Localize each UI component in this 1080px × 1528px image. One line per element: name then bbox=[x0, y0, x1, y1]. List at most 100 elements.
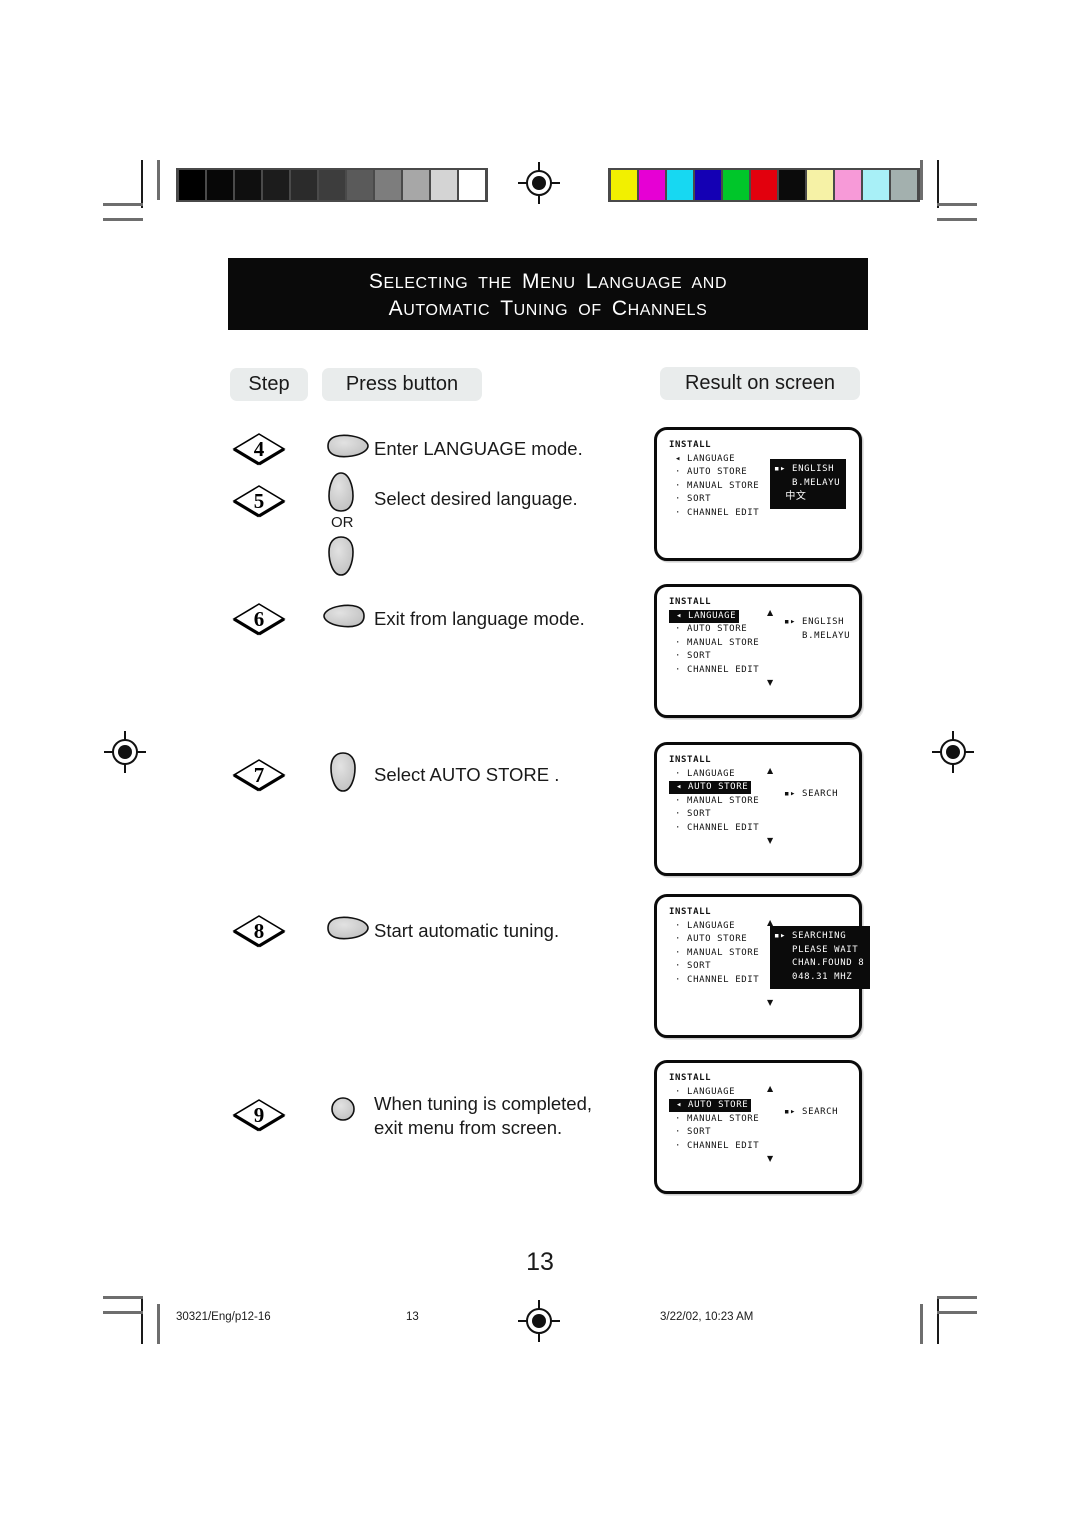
osd-menu-item[interactable]: · LANGUAGE bbox=[669, 768, 759, 782]
down-button[interactable] bbox=[327, 534, 355, 578]
osd-area: INSTALL ◂ LANGUAGE · AUTO STORE · MANUAL… bbox=[657, 587, 859, 715]
osd-menu-item[interactable]: · LANGUAGE bbox=[669, 920, 759, 934]
osd-menu-item-label: · LANGUAGE bbox=[669, 920, 736, 931]
osd-menu-item-label: · CHANNEL EDIT bbox=[669, 822, 760, 833]
crop-mark-tl-v bbox=[141, 160, 143, 208]
osd-menu-item[interactable]: ◂ LANGUAGE bbox=[669, 453, 759, 467]
osd-menu-item[interactable]: · SORT bbox=[669, 493, 759, 507]
result-screen: INSTALL ◂ LANGUAGE · AUTO STORE · MANUAL… bbox=[654, 427, 862, 561]
crop-mark-bl-v2 bbox=[157, 1304, 160, 1344]
grayscale-patch bbox=[459, 170, 485, 200]
grayscale-patch bbox=[235, 170, 261, 200]
grayscale-patch bbox=[319, 170, 345, 200]
color-patch bbox=[891, 170, 917, 200]
osd-value-line[interactable]: ▪▸ SEARCHING bbox=[774, 930, 864, 944]
osd-value-line[interactable]: B.MELAYU bbox=[784, 630, 850, 644]
osd-menu-item[interactable]: · CHANNEL EDIT bbox=[669, 1140, 759, 1154]
osd-value-line[interactable]: ▪▸ ENGLISH bbox=[784, 616, 850, 630]
osd-value-line[interactable]: ▪▸ SEARCH bbox=[784, 1106, 838, 1120]
up-button[interactable] bbox=[327, 470, 355, 514]
footer-file-reference: 30321/Eng/p12-16 bbox=[176, 1311, 271, 1323]
osd-menu-item[interactable]: · LANGUAGE bbox=[669, 1086, 759, 1100]
osd-menu-item[interactable]: · CHANNEL EDIT bbox=[669, 974, 759, 988]
grayscale-patch bbox=[263, 170, 289, 200]
step-number-label: 6 bbox=[253, 606, 265, 631]
color-patch bbox=[667, 170, 693, 200]
color-patch bbox=[639, 170, 665, 200]
osd-menu-item[interactable]: · SORT bbox=[669, 1126, 759, 1140]
title-capital: A bbox=[388, 297, 404, 320]
osd-menu-item-label: · AUTO STORE bbox=[669, 934, 748, 944]
scroll-up-arrow-icon: ▲ bbox=[767, 608, 774, 617]
osd-menu-item-label: · MANUAL STORE bbox=[669, 795, 760, 806]
title-capital: L bbox=[585, 270, 599, 293]
step-instruction-text: Enter LANGUAGE mode. bbox=[374, 438, 583, 459]
osd-menu-heading: INSTALL bbox=[669, 1073, 712, 1083]
grayscale-patch bbox=[291, 170, 317, 200]
osd-value-line[interactable]: 048.31 MHZ bbox=[774, 971, 864, 985]
osd-menu-item[interactable]: ◂ AUTO STORE bbox=[669, 1099, 759, 1113]
grayscale-patch bbox=[179, 170, 205, 200]
osd-menu-item[interactable]: · CHANNEL EDIT bbox=[669, 664, 759, 678]
osd-menu-item[interactable]: · AUTO STORE bbox=[669, 623, 759, 637]
step-number-badge: 7 bbox=[232, 758, 286, 792]
osd-menu-item-label: · MANUAL STORE bbox=[669, 480, 760, 491]
grayscale-patch bbox=[207, 170, 233, 200]
step-number-badge: 8 bbox=[232, 914, 286, 948]
osd-menu-item-label: · SORT bbox=[669, 961, 712, 971]
osd-menu-item[interactable]: · CHANNEL EDIT bbox=[669, 507, 759, 521]
color-calibration-bar bbox=[608, 168, 920, 202]
osd-menu-item[interactable]: · MANUAL STORE bbox=[669, 947, 759, 961]
step-number-badge: 4 bbox=[232, 432, 286, 466]
osd-menu-item[interactable]: · SORT bbox=[669, 650, 759, 664]
osd-menu-item[interactable]: ◂ AUTO STORE bbox=[669, 781, 759, 795]
osd-menu-item[interactable]: · AUTO STORE bbox=[669, 466, 759, 480]
osd-value-line[interactable]: B.MELAYU bbox=[774, 477, 840, 491]
crop-mark-br-v bbox=[937, 1296, 939, 1344]
osd-menu-item[interactable]: · CHANNEL EDIT bbox=[669, 822, 759, 836]
osd-menu-item[interactable]: · SORT bbox=[669, 960, 759, 974]
step-number-label: 7 bbox=[253, 762, 265, 787]
osd-menu-item-label: ◂ LANGUAGE bbox=[669, 453, 736, 464]
round-button[interactable] bbox=[330, 1096, 356, 1122]
osd-value-line[interactable]: ▪▸ SEARCH bbox=[784, 788, 838, 802]
osd-menu-item[interactable]: · MANUAL STORE bbox=[669, 795, 759, 809]
osd-value-box: ▪▸ SEARCHING PLEASE WAIT CHAN.FOUND 8 04… bbox=[770, 926, 871, 989]
osd-menu-item-label: · CHANNEL EDIT bbox=[669, 664, 760, 675]
column-header-step-label: Step bbox=[248, 373, 290, 395]
osd-value-line[interactable]: PLEASE WAIT bbox=[774, 944, 864, 958]
step-number-badge: 6 bbox=[232, 602, 286, 636]
step-instruction-text: Select AUTO STORE . bbox=[374, 764, 560, 785]
osd-value-line[interactable]: CHAN.FOUND 8 bbox=[774, 957, 864, 971]
color-patch bbox=[835, 170, 861, 200]
menu-left-button[interactable] bbox=[322, 602, 370, 630]
crop-mark-bl-h2 bbox=[103, 1311, 143, 1314]
page-title-line-1: SELECTING THE MENU LANGUAGE AND bbox=[228, 269, 868, 296]
osd-menu-item[interactable]: · MANUAL STORE bbox=[669, 1113, 759, 1127]
osd-menu-list: INSTALL ◂ LANGUAGE · AUTO STORE · MANUAL… bbox=[669, 439, 759, 520]
osd-menu-list: INSTALL · LANGUAGE ◂ AUTO STORE · MANUAL… bbox=[669, 1072, 759, 1153]
osd-menu-item[interactable]: · AUTO STORE bbox=[669, 933, 759, 947]
scroll-down-arrow-icon: ▼ bbox=[767, 678, 774, 687]
osd-value-line[interactable]: ▪▸ ENGLISH bbox=[774, 463, 840, 477]
osd-menu-item[interactable]: · SORT bbox=[669, 808, 759, 822]
osd-menu-item-label: · SORT bbox=[669, 1127, 712, 1137]
down-button[interactable] bbox=[329, 750, 357, 794]
title-word: HANNELS bbox=[627, 302, 708, 319]
osd-value-line[interactable]: 中文 bbox=[774, 490, 840, 504]
title-word: ANGUAGE bbox=[598, 275, 683, 292]
osd-menu-list: INSTALL ◂ LANGUAGE · AUTO STORE · MANUAL… bbox=[669, 596, 759, 677]
osd-menu-item[interactable]: · MANUAL STORE bbox=[669, 637, 759, 651]
osd-menu-item[interactable]: ◂ LANGUAGE bbox=[669, 609, 759, 624]
osd-menu-item[interactable]: · MANUAL STORE bbox=[669, 480, 759, 494]
osd-value-box: ▪▸ ENGLISH B.MELAYU 中文 bbox=[770, 459, 847, 509]
menu-right-button[interactable] bbox=[322, 914, 370, 942]
osd-menu-item-label: · CHANNEL EDIT bbox=[669, 507, 760, 518]
menu-right-button[interactable] bbox=[322, 432, 370, 460]
crop-mark-tl-h bbox=[103, 203, 143, 206]
crop-mark-tr-h bbox=[937, 203, 977, 206]
column-header-step: Step bbox=[230, 368, 308, 401]
osd-menu-item-label: · LANGUAGE bbox=[669, 1086, 736, 1097]
crop-mark-bl-v bbox=[141, 1296, 143, 1344]
color-patch bbox=[807, 170, 833, 200]
